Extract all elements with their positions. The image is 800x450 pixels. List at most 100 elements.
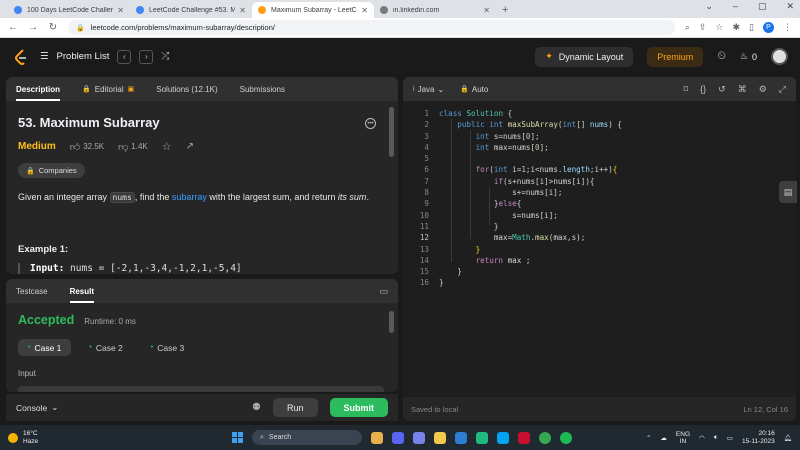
debug-icon[interactable]: ⚉ <box>252 402 261 413</box>
leetcode-logo-icon[interactable] <box>12 48 30 66</box>
app-icon[interactable] <box>371 431 383 444</box>
code-line[interactable]: 15 } <box>403 266 796 277</box>
collapse-panel-icon[interactable]: ▭ <box>379 286 388 297</box>
reload-icon[interactable]: ↻ <box>48 22 58 33</box>
share-link-icon[interactable]: ↗ <box>186 141 194 152</box>
minimize-icon[interactable]: – <box>733 1 738 12</box>
chevron-down-icon[interactable]: ⌄ <box>705 1 713 12</box>
code-line[interactable]: 4 int max=nums[0]; <box>403 142 796 153</box>
app-icon[interactable] <box>518 431 530 444</box>
file-explorer-icon[interactable] <box>434 431 446 444</box>
notification-bell-icon[interactable]: 🔔︎ <box>784 434 792 442</box>
extensions-icon[interactable]: ✱ <box>733 22 741 33</box>
language-indicator[interactable]: ENG IN <box>676 431 690 445</box>
language-select[interactable]: i Java ⌄ <box>413 85 444 94</box>
chrome-icon[interactable] <box>539 431 551 444</box>
app-icon[interactable] <box>455 431 467 444</box>
chevron-up-icon[interactable]: ⌃ <box>646 434 651 442</box>
code-line[interactable]: 7 if(s+nums[i]>nums[i]){ <box>403 176 796 187</box>
tab-solutions[interactable]: Solutions (12.1K) <box>156 77 217 101</box>
share-icon[interactable]: ⇪ <box>699 22 707 33</box>
code-line[interactable]: 2 public int maxSubArray(int[] nums) { <box>403 119 796 130</box>
code-editor[interactable]: 1 class Solution {2 public int maxSubArra… <box>403 101 796 397</box>
app-icon[interactable] <box>413 431 425 444</box>
shortcut-icon[interactable]: ⌘ <box>738 84 747 95</box>
premium-button[interactable]: Premium <box>647 46 704 67</box>
tab-testcase[interactable]: Testcase <box>16 279 48 303</box>
code-line[interactable]: 5 <box>403 153 796 164</box>
favorite-star-icon[interactable]: ☆ <box>162 140 172 153</box>
submit-button[interactable]: Submit <box>329 398 388 417</box>
code-line[interactable]: 6 for(int i=1;i<nums.length;i++){ <box>403 164 796 175</box>
shuffle-icon[interactable]: ⤮ <box>161 51 169 62</box>
result-scrollbar[interactable] <box>389 311 394 333</box>
code-line[interactable]: 13 } <box>403 244 796 255</box>
close-tab-icon[interactable]: ✕ <box>117 6 124 15</box>
close-tab-icon[interactable]: ✕ <box>239 6 246 15</box>
case-3-tab[interactable]: • Case 3 <box>141 339 194 356</box>
edge-icon[interactable] <box>476 431 488 444</box>
run-button[interactable]: Run <box>272 398 318 417</box>
url-input[interactable]: 🔒 leetcode.com/problems/maximum-subarray… <box>68 20 675 35</box>
code-line[interactable]: 14 return max ; <box>403 255 796 266</box>
menu-icon[interactable]: ⋮ <box>783 22 792 33</box>
battery-icon[interactable]: ▭ <box>727 434 733 442</box>
description-scrollbar[interactable] <box>389 107 394 157</box>
clock[interactable]: 20:16 15-11-2023 <box>742 430 775 446</box>
code-line[interactable]: 11 } <box>403 221 796 232</box>
app-icon[interactable] <box>497 431 509 444</box>
back-icon[interactable]: ← <box>8 22 18 33</box>
spotify-icon[interactable] <box>560 431 572 444</box>
code-line[interactable]: 9 }else{ <box>403 198 796 209</box>
wifi-icon[interactable]: ◠ <box>699 434 705 442</box>
case-2-tab[interactable]: • Case 2 <box>79 339 132 356</box>
tab-submissions[interactable]: Submissions <box>240 77 285 101</box>
streak-counter[interactable]: ♨ 0 <box>740 51 757 62</box>
case-1-tab[interactable]: • Case 1 <box>18 339 72 356</box>
braces-icon[interactable]: {} <box>700 84 706 95</box>
forward-icon[interactable]: → <box>28 22 38 33</box>
star-icon[interactable]: ☆ <box>715 22 723 33</box>
user-avatar[interactable] <box>771 48 788 65</box>
code-line[interactable]: 1 class Solution { <box>403 108 796 119</box>
dynamic-layout-button[interactable]: ✦ Dynamic Layout <box>535 46 634 67</box>
taskbar-search[interactable]: ⌕ Search <box>252 430 362 445</box>
code-line[interactable]: 12 max=Math.max(max,s); <box>403 232 796 243</box>
code-line[interactable]: 10 s=nums[i]; <box>403 210 796 221</box>
timer-icon[interactable]: ⏲ <box>717 50 726 63</box>
auto-mode[interactable]: 🔒 Auto <box>460 85 488 94</box>
volume-icon[interactable]: 🔉︎ <box>714 434 718 442</box>
maximize-icon[interactable]: ▢ <box>758 1 767 12</box>
app-icon[interactable] <box>392 431 404 444</box>
next-problem-button[interactable]: › <box>139 49 154 64</box>
subarray-link[interactable]: subarray <box>172 192 207 202</box>
close-tab-icon[interactable]: ✕ <box>361 6 368 15</box>
dislike-button[interactable]: 👎︎ 1.4K <box>118 141 148 153</box>
reset-icon[interactable]: ↺ <box>718 84 726 95</box>
bookmark-icon[interactable]: ⌑ <box>684 84 689 95</box>
cloud-icon[interactable]: ☁ <box>660 434 667 442</box>
tab-description[interactable]: Description <box>16 77 61 101</box>
zoom-icon[interactable]: ⌕ <box>685 22 690 33</box>
tab-result[interactable]: Result <box>69 279 95 303</box>
fullscreen-icon[interactable]: ⤢ <box>779 84 786 95</box>
tab-editorial[interactable]: 🔒 Editorial ▣ <box>82 77 134 101</box>
close-icon[interactable]: ✕ <box>786 1 794 12</box>
code-line[interactable]: 8 s+=nums[i]; <box>403 187 796 198</box>
notes-icon[interactable]: ▤ <box>779 181 797 203</box>
code-line[interactable]: 3 int s=nums[0]; <box>403 131 796 142</box>
prev-problem-button[interactable]: ‹ <box>117 49 132 64</box>
browser-tab[interactable]: Maximum Subarray - LeetCode ✕ <box>252 2 374 18</box>
browser-tab[interactable]: 100 Days LeetCode Challenge -✕ <box>8 2 130 18</box>
more-options-icon[interactable]: ••• <box>365 118 376 129</box>
problem-list-link[interactable]: Problem List <box>57 51 110 62</box>
companies-tag[interactable]: 🔒 Companies <box>18 163 85 178</box>
windows-start-icon[interactable] <box>232 432 243 443</box>
new-tab-button[interactable]: + <box>496 2 514 18</box>
code-line[interactable]: 16} <box>403 277 796 288</box>
weather-widget[interactable]: 16°C Haze <box>8 430 38 446</box>
close-tab-icon[interactable]: ✕ <box>483 6 490 15</box>
profile-avatar[interactable]: P <box>763 22 774 33</box>
console-button[interactable]: Console ⌄ <box>16 402 58 413</box>
settings-icon[interactable]: ⚙ <box>759 84 767 95</box>
